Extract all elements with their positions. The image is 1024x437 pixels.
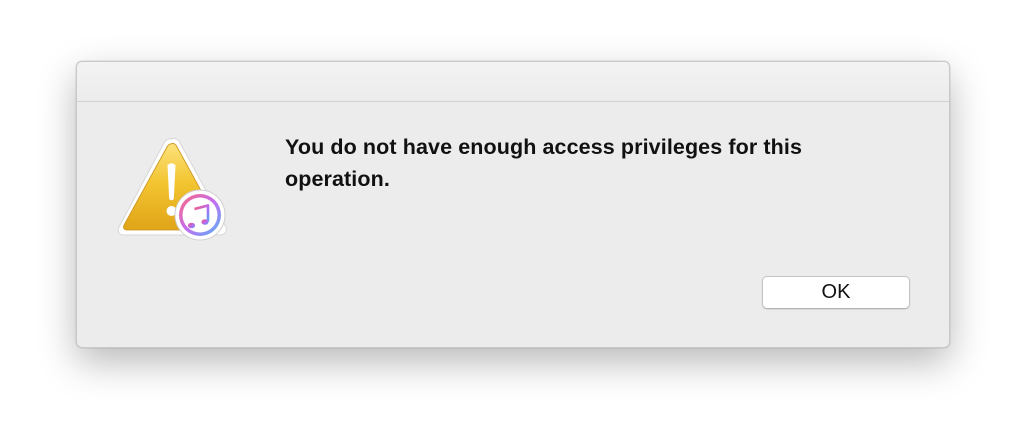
warning-triangle-icon <box>117 137 227 241</box>
dialog-titlebar[interactable] <box>77 62 949 102</box>
alert-icon <box>115 135 230 245</box>
ok-button[interactable]: OK <box>762 276 910 309</box>
itunes-music-note-icon <box>174 189 226 241</box>
alert-message: You do not have enough access privileges… <box>285 135 803 191</box>
alert-dialog: You do not have enough access privileges… <box>76 61 950 348</box>
screen: You do not have enough access privileges… <box>0 0 1024 437</box>
